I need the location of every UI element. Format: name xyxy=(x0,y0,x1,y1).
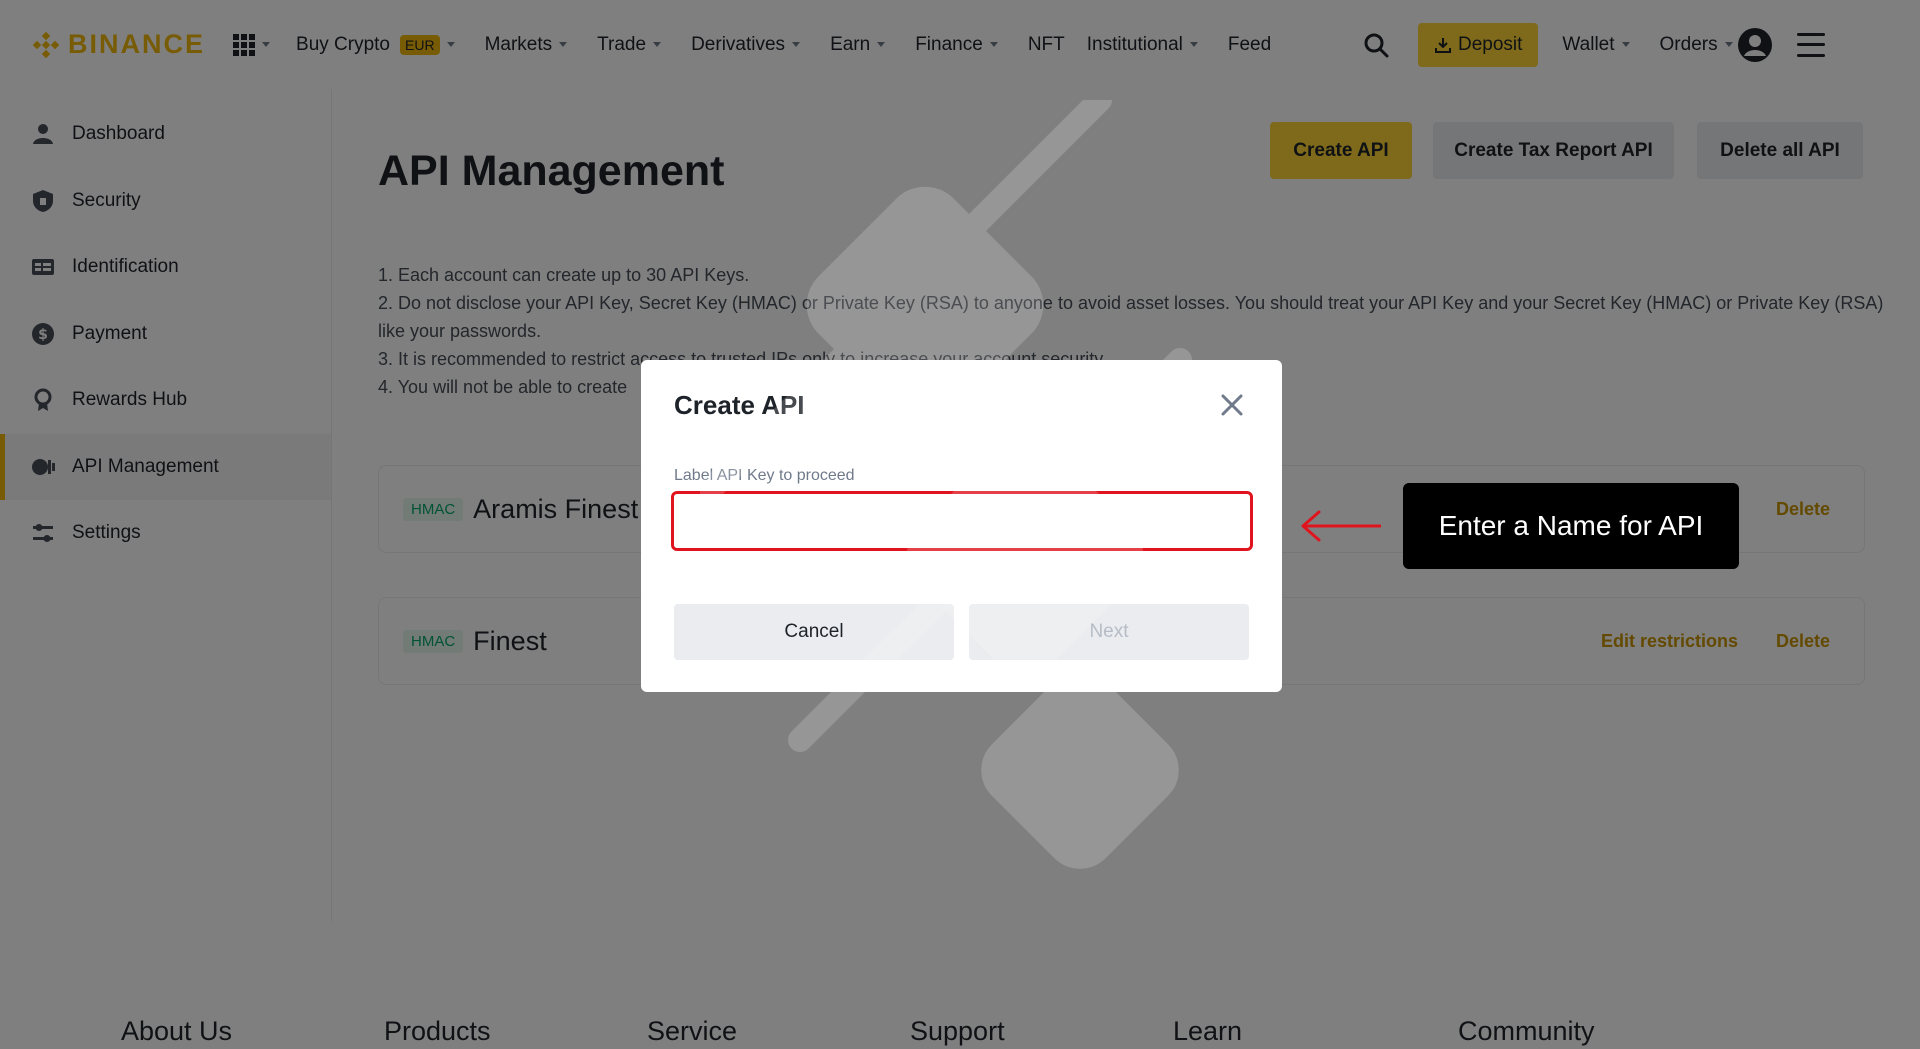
callout-text: Enter a Name for API xyxy=(1438,510,1704,541)
pointer-arrow-icon xyxy=(1301,510,1381,542)
instruction-callout: Enter a Name for API xyxy=(1403,483,1739,569)
next-button[interactable]: Next xyxy=(969,604,1249,660)
api-label-field-label: Label API Key to proceed xyxy=(674,467,855,484)
create-api-modal: Create API Label API Key to proceed Canc… xyxy=(641,360,1282,692)
close-icon[interactable] xyxy=(1219,392,1245,418)
cancel-button[interactable]: Cancel xyxy=(674,604,954,660)
api-label-input[interactable] xyxy=(671,491,1253,551)
modal-title: Create API xyxy=(674,390,805,420)
